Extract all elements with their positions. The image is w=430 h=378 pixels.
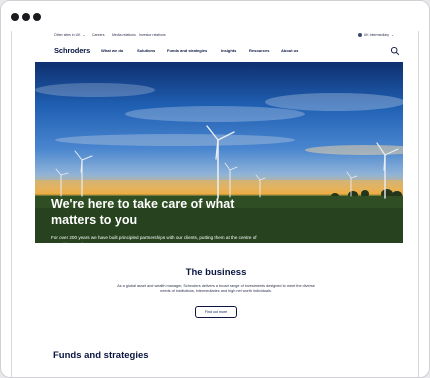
business-section-description: As a global asset and wealth manager, Sc… bbox=[117, 284, 315, 294]
investor-relations-link[interactable]: Investor relations bbox=[139, 33, 166, 37]
chevron-down-icon: ⌄ bbox=[82, 33, 86, 37]
close-window-button[interactable] bbox=[11, 13, 19, 21]
nav-what-we-do[interactable]: What we do bbox=[101, 48, 123, 53]
main-nav: Schroders What we do Solutions Funds and… bbox=[12, 43, 420, 61]
utility-nav: Other sites in UK ⌄ Careers Media relatio… bbox=[12, 31, 420, 41]
window-titlebar bbox=[1, 1, 429, 31]
maximize-window-button[interactable] bbox=[33, 13, 41, 21]
funds-section-title: Funds and strategies bbox=[53, 350, 149, 361]
schroders-logo[interactable]: Schroders bbox=[54, 46, 90, 55]
find-out-more-button[interactable]: Find out more bbox=[195, 306, 237, 318]
hero-title: We're here to take care of what matters … bbox=[51, 197, 235, 227]
globe-icon bbox=[357, 33, 362, 38]
chevron-down-icon: ⌄ bbox=[391, 33, 394, 37]
nav-funds-and-strategies[interactable]: Funds and strategies bbox=[167, 48, 207, 53]
region-selector[interactable]: UK Intermediary ⌄ bbox=[357, 33, 394, 38]
other-sites-dropdown[interactable]: Other sites in UK ⌄ bbox=[54, 33, 85, 37]
browser-window: Other sites in UK ⌄ Careers Media relatio… bbox=[0, 0, 430, 378]
nav-resources[interactable]: Resources bbox=[249, 48, 269, 53]
careers-link[interactable]: Careers bbox=[92, 33, 104, 37]
nav-solutions[interactable]: Solutions bbox=[137, 48, 155, 53]
search-icon[interactable] bbox=[390, 46, 400, 56]
business-section-title: The business bbox=[185, 267, 247, 278]
media-relations-link[interactable]: Media relations bbox=[112, 33, 136, 37]
hero-banner: We're here to take care of what matters … bbox=[35, 62, 403, 243]
minimize-window-button[interactable] bbox=[22, 13, 30, 21]
nav-insights[interactable]: Insights bbox=[221, 48, 236, 53]
web-page: Other sites in UK ⌄ Careers Media relatio… bbox=[11, 31, 420, 377]
nav-about-us[interactable]: About us bbox=[281, 48, 298, 53]
hero-description: For over 200 years we have built princip… bbox=[51, 235, 257, 243]
